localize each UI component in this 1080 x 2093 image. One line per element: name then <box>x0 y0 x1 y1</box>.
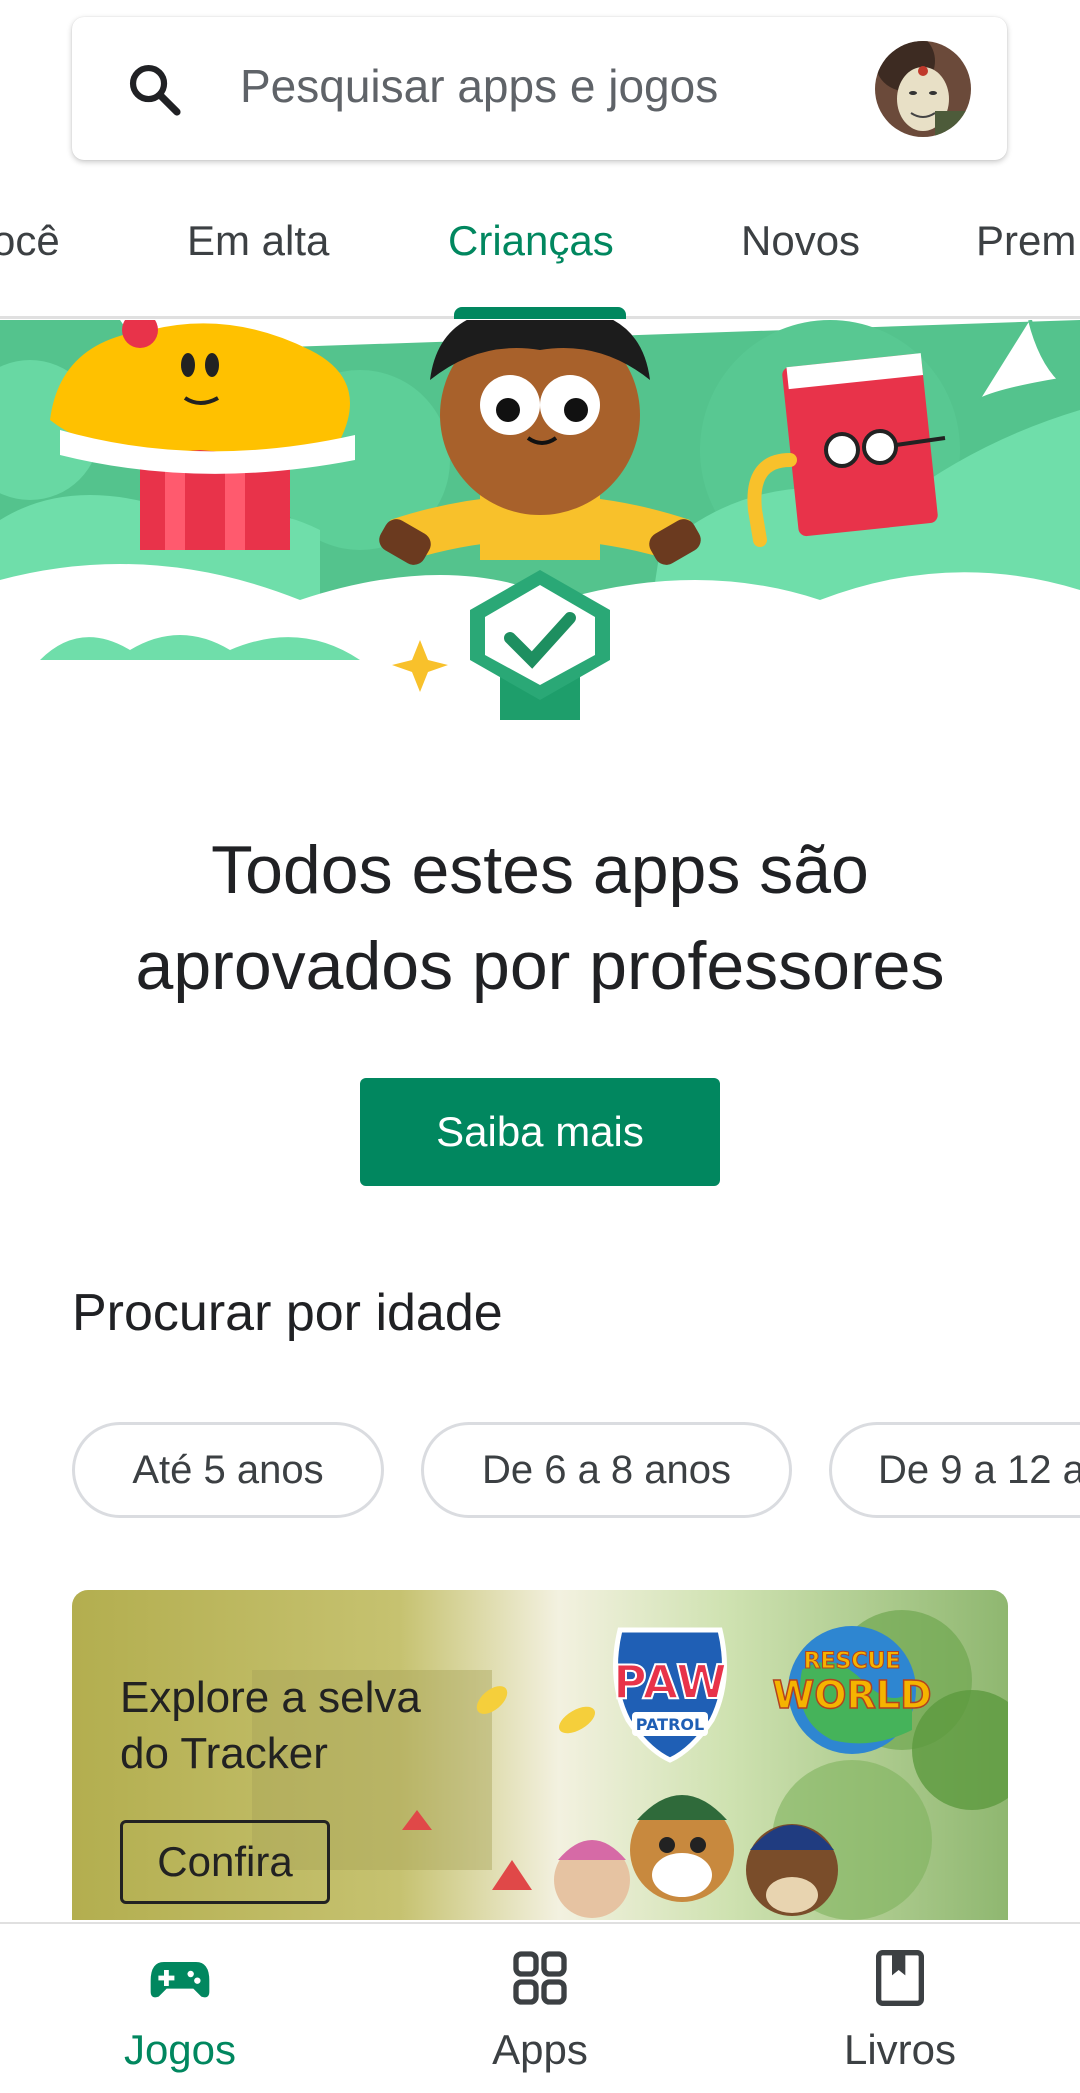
nav-label-apps: Apps <box>492 2026 588 2073</box>
nav-label-games: Jogos <box>123 2026 237 2073</box>
nav-item-books[interactable]: Livros <box>800 1946 1000 2074</box>
tab-criancas[interactable]: Crianças <box>448 217 614 265</box>
rescue-logo-text: RESCUE <box>804 1649 901 1674</box>
kids-hero-illustration <box>0 320 1080 740</box>
search-icon <box>129 64 181 116</box>
active-tab-indicator <box>454 307 626 319</box>
patrol-logo-text: PATROL <box>636 1715 704 1734</box>
age-chip-6-to-8[interactable]: De 6 a 8 anos <box>421 1422 792 1518</box>
gamepad-icon <box>150 1962 210 1998</box>
learn-more-button[interactable]: Saiba mais <box>360 1078 720 1186</box>
nav-label-books: Livros <box>843 2026 957 2073</box>
age-chip-up-to-5[interactable]: Até 5 anos <box>72 1422 384 1518</box>
tab-para-voce[interactable]: ocê <box>0 217 60 265</box>
browse-by-age-title: Procurar por idade <box>72 1284 503 1342</box>
avatar-image <box>875 41 971 137</box>
hero-title-line-2: aprovados por professores <box>135 928 945 1004</box>
book-icon <box>876 1950 924 2006</box>
hero-title: Todos estes apps são aprovados por profe… <box>0 822 1080 1014</box>
hero-title-line-1: Todos estes apps são <box>211 832 869 908</box>
tab-em-alta[interactable]: Em alta <box>187 217 329 265</box>
promo-title: Explore a selva do Tracker <box>120 1673 421 1778</box>
search-input[interactable]: Pesquisar apps e jogos <box>240 57 718 117</box>
search-bar[interactable]: Pesquisar apps e jogos <box>72 17 1007 160</box>
nav-item-apps[interactable]: Apps <box>440 1946 640 2074</box>
avatar[interactable] <box>875 41 971 137</box>
check-it-out-button[interactable]: Confira <box>120 1820 330 1904</box>
age-chip-9-to-12[interactable]: De 9 a 12 a <box>829 1422 1080 1518</box>
bottom-navigation: Jogos Apps Livros <box>0 1922 1080 2093</box>
category-tabs: ocê Em alta Crianças Novos Prem <box>0 195 1080 319</box>
tab-premium[interactable]: Prem <box>976 217 1076 265</box>
apps-grid-icon <box>513 1951 567 2005</box>
nav-item-games[interactable]: Jogos <box>80 1946 280 2074</box>
world-logo-text: WORLD <box>772 1673 931 1717</box>
paw-logo-text: PAW <box>613 1655 727 1709</box>
tab-novos[interactable]: Novos <box>741 217 860 265</box>
promo-card[interactable]: PAW PATROL RESCUE WORLD Explore a selva … <box>72 1590 1008 1920</box>
